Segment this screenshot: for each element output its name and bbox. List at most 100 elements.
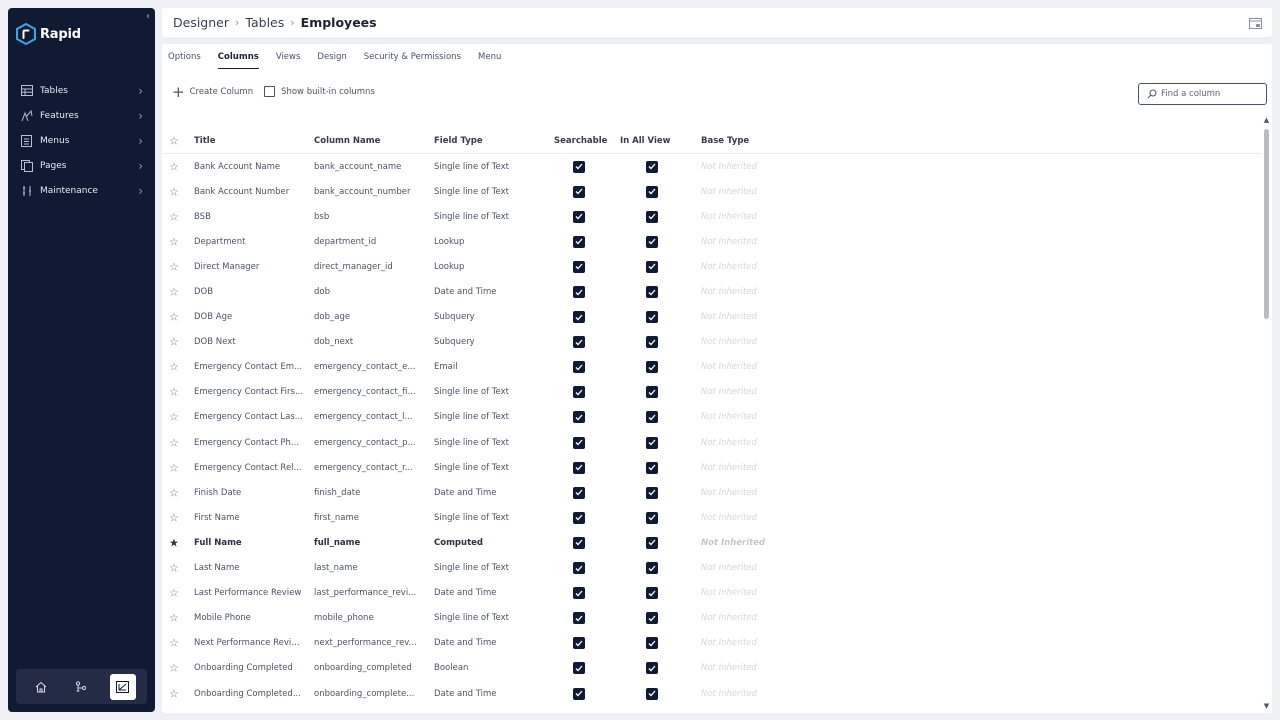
table-row[interactable]: ☆ DOB Age dob_age Subquery Not Inherited: [162, 305, 1262, 330]
table-row[interactable]: ☆ Last Name last_name Single line of Text No…: [162, 556, 1262, 581]
in-all-view-checkbox[interactable]: [646, 587, 658, 600]
in-all-view-checkbox[interactable]: [646, 687, 658, 700]
searchable-checkbox[interactable]: [573, 562, 585, 575]
searchable-checkbox[interactable]: [573, 286, 585, 299]
searchable-checkbox[interactable]: [573, 336, 585, 349]
table-row[interactable]: ☆ Mobile Phone mobile_phone Single line of …: [162, 606, 1262, 631]
in-all-view-checkbox[interactable]: [646, 160, 658, 173]
column-title[interactable]: Last Name: [194, 563, 304, 573]
star-icon[interactable]: ☆: [169, 562, 179, 575]
column-title[interactable]: Mobile Phone: [194, 613, 304, 623]
column-title[interactable]: DOB: [194, 287, 304, 297]
searchable-checkbox[interactable]: [573, 687, 585, 700]
searchable-checkbox[interactable]: [573, 386, 585, 399]
sidebar-item-menus[interactable]: Menus ›: [8, 128, 155, 153]
table-row[interactable]: ☆ BSB bsb Single line of Text Not Inherited: [162, 204, 1262, 229]
table-row[interactable]: ☆ First Name first_name Single line of Text…: [162, 505, 1262, 530]
searchable-checkbox[interactable]: [573, 486, 585, 499]
tab-options[interactable]: Options: [168, 52, 201, 69]
table-row[interactable]: ☆ Next Performance Revie... next_performan…: [162, 631, 1262, 656]
column-title[interactable]: Emergency Contact Em...: [194, 362, 304, 372]
sidebar-item-features[interactable]: Features ›: [8, 103, 155, 128]
table-row[interactable]: ☆ Emergency Contact Ph... emergency_contac…: [162, 430, 1262, 455]
searchable-checkbox[interactable]: [573, 260, 585, 273]
star-icon[interactable]: ☆: [169, 436, 179, 449]
searchable-checkbox[interactable]: [573, 160, 585, 173]
in-all-view-checkbox[interactable]: [646, 336, 658, 349]
table-row[interactable]: ★ Full Name full_name Computed Not Inherited: [162, 530, 1262, 555]
header-title[interactable]: Title: [194, 136, 304, 146]
star-icon[interactable]: ☆: [169, 411, 179, 424]
searchable-checkbox[interactable]: [573, 637, 585, 650]
scrollbar-thumb[interactable]: [1264, 129, 1269, 319]
in-all-view-checkbox[interactable]: [646, 461, 658, 474]
star-icon[interactable]: ☆: [169, 486, 179, 499]
star-icon[interactable]: ☆: [169, 687, 179, 700]
column-title[interactable]: Emergency Contact Las...: [194, 412, 304, 422]
in-all-view-checkbox[interactable]: [646, 662, 658, 675]
in-all-view-checkbox[interactable]: [646, 286, 658, 299]
search-input[interactable]: [1161, 89, 1261, 99]
panel-icon[interactable]: [1249, 15, 1262, 34]
table-row[interactable]: ☆ Onboarding Completed... onboarding_compl…: [162, 681, 1262, 706]
star-icon[interactable]: ☆: [169, 511, 179, 524]
star-icon[interactable]: ☆: [169, 386, 179, 399]
column-title[interactable]: Bank Account Number: [194, 187, 304, 197]
in-all-view-checkbox[interactable]: [646, 235, 658, 248]
header-column-name[interactable]: Column Name: [314, 136, 421, 146]
table-row[interactable]: ☆ Direct Manager direct_manager_id Lookup No…: [162, 254, 1262, 279]
star-icon[interactable]: ☆: [169, 235, 179, 248]
in-all-view-checkbox[interactable]: [646, 311, 658, 324]
star-icon[interactable]: ☆: [169, 185, 179, 198]
scroll-up-icon[interactable]: ▲: [1263, 116, 1270, 124]
searchable-checkbox[interactable]: [573, 235, 585, 248]
in-all-view-checkbox[interactable]: [646, 185, 658, 198]
column-title[interactable]: DOB Next: [194, 337, 304, 347]
searchable-checkbox[interactable]: [573, 662, 585, 675]
create-column-button[interactable]: + Create Column: [172, 84, 253, 99]
searchable-checkbox[interactable]: [573, 436, 585, 449]
star-icon[interactable]: ☆: [169, 461, 179, 474]
tab-views[interactable]: Views: [276, 52, 301, 69]
scroll-down-icon[interactable]: ▼: [1263, 702, 1270, 710]
searchable-checkbox[interactable]: [573, 411, 585, 424]
tab-columns[interactable]: Columns: [217, 52, 259, 69]
table-row[interactable]: ☆ Bank Account Name bank_account_name Singl…: [162, 154, 1262, 179]
column-title[interactable]: Last Performance Review: [194, 588, 304, 598]
in-all-view-checkbox[interactable]: [646, 436, 658, 449]
table-row[interactable]: ☆ Emergency Contact Las... emergency_conta…: [162, 405, 1262, 430]
tab-menu[interactable]: Menu: [478, 52, 501, 69]
header-in-all-view[interactable]: In All View: [620, 136, 671, 146]
star-icon[interactable]: ☆: [169, 134, 179, 147]
in-all-view-checkbox[interactable]: [646, 260, 658, 273]
in-all-view-checkbox[interactable]: [646, 361, 658, 374]
breadcrumb-designer[interactable]: Designer: [173, 15, 229, 30]
column-title[interactable]: Next Performance Revie...: [194, 638, 304, 648]
searchable-checkbox[interactable]: [573, 612, 585, 625]
breadcrumb-tables[interactable]: Tables: [245, 15, 284, 30]
searchable-checkbox[interactable]: [573, 536, 585, 549]
column-title[interactable]: DOB Age: [194, 312, 304, 322]
table-row[interactable]: ☆ Last Performance Review last_performance…: [162, 581, 1262, 606]
vertical-scrollbar[interactable]: ▲ ▼: [1263, 116, 1270, 710]
sidebar-item-pages[interactable]: Pages ›: [8, 153, 155, 178]
in-all-view-checkbox[interactable]: [646, 612, 658, 625]
column-title[interactable]: BSB: [194, 212, 304, 222]
column-title[interactable]: First Name: [194, 513, 304, 523]
show-builtin-columns-toggle[interactable]: Show built-in columns: [264, 86, 375, 97]
in-all-view-checkbox[interactable]: [646, 536, 658, 549]
searchable-checkbox[interactable]: [573, 361, 585, 374]
star-icon[interactable]: ☆: [169, 612, 179, 625]
tab-design[interactable]: Design: [317, 52, 346, 69]
column-title[interactable]: Emergency Contact Ph...: [194, 438, 304, 448]
column-title[interactable]: Emergency Contact Firs...: [194, 387, 304, 397]
star-icon[interactable]: ☆: [169, 361, 179, 374]
in-all-view-checkbox[interactable]: [646, 637, 658, 650]
table-row[interactable]: ☆ DOB dob Date and Time Not Inherited: [162, 279, 1262, 304]
header-searchable[interactable]: Searchable: [554, 136, 607, 146]
collapse-sidebar-icon[interactable]: ‹: [146, 11, 150, 22]
searchable-checkbox[interactable]: [573, 587, 585, 600]
searchable-checkbox[interactable]: [573, 185, 585, 198]
column-title[interactable]: Department: [194, 237, 304, 247]
star-icon[interactable]: ☆: [169, 587, 179, 600]
